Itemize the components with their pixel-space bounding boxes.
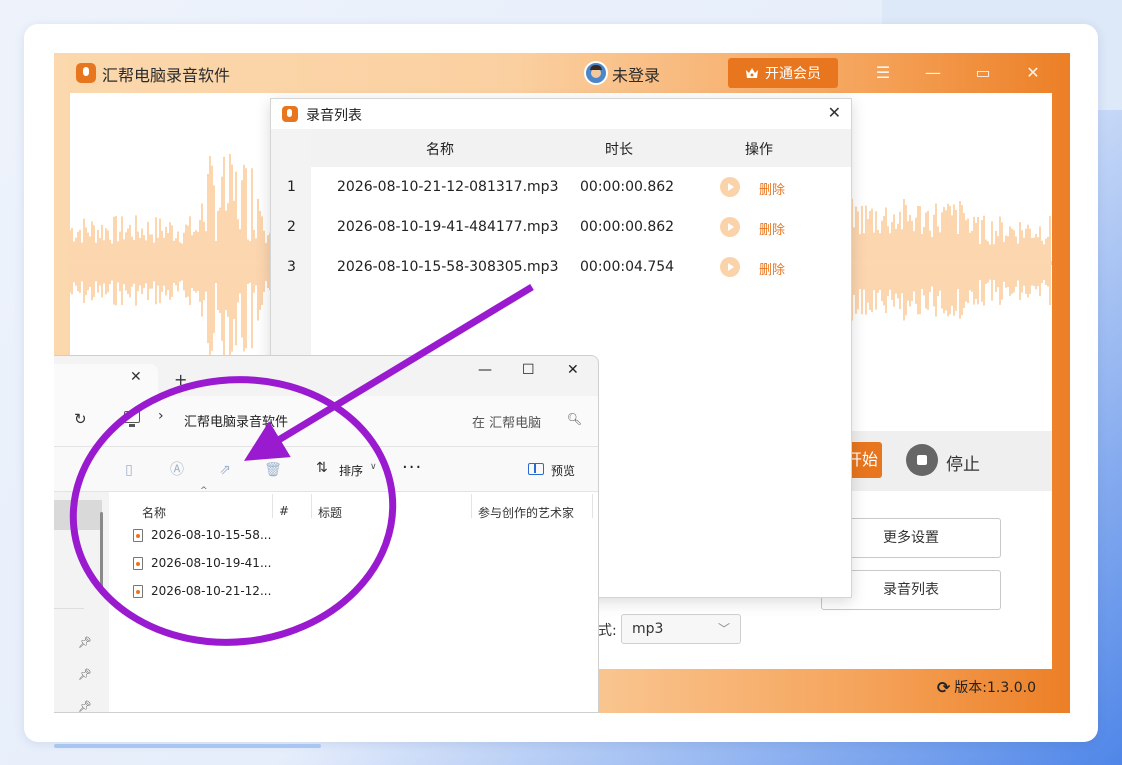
row-index: 1	[287, 179, 296, 195]
dialog-title: 录音列表	[306, 108, 362, 124]
crown-icon	[745, 67, 759, 79]
login-status[interactable]: 未登录	[612, 62, 660, 86]
maximize-icon[interactable]: ☐	[522, 362, 535, 378]
column-action: 操作	[745, 142, 773, 158]
rename-icon[interactable]: Ⓐ	[168, 461, 186, 479]
navigation-pane: 📌︎ 📌︎ 📌︎	[54, 492, 109, 712]
dialog-logo-icon	[282, 106, 298, 122]
more-options-button[interactable]: ···	[402, 457, 422, 478]
new-tab-icon[interactable]: +	[174, 370, 187, 389]
pin-icon[interactable]: 📌︎	[78, 700, 92, 712]
search-input[interactable]: 在 汇帮电脑 🔍︎	[462, 406, 592, 434]
breadcrumb[interactable]: 汇帮电脑录音软件	[184, 411, 288, 430]
vip-button-label: 开通会员	[765, 66, 821, 82]
delete-icon[interactable]: 🗑︎	[264, 461, 282, 479]
sync-icon[interactable]: ⟳	[937, 678, 950, 697]
app-titlebar: 汇帮电脑录音软件 未登录 开通会员 ☰ — ▭ ✕	[54, 53, 1070, 93]
share-icon[interactable]: ⇗	[216, 461, 234, 479]
nav-selected-item[interactable]	[54, 500, 102, 530]
play-icon[interactable]	[720, 217, 740, 237]
audio-file-icon	[133, 529, 143, 542]
bottom-accent-line	[54, 744, 321, 748]
file-name: 2026-08-10-15-58-308305.mp3	[337, 259, 559, 275]
paste-icon[interactable]: ▯	[120, 461, 138, 479]
file-name: 2026-08-10-21-12...	[151, 584, 272, 598]
explorer-tab[interactable]: ✕	[54, 364, 158, 396]
close-icon[interactable]: ✕	[567, 362, 579, 378]
close-icon[interactable]: ✕	[1019, 61, 1047, 85]
format-select[interactable]: mp3 ﹀	[621, 614, 741, 644]
table-row[interactable]: 3 2026-08-10-15-58-308305.mp3 00:00:04.7…	[271, 248, 851, 288]
column-number[interactable]: #	[279, 504, 289, 518]
pin-icon[interactable]: 📌︎	[78, 668, 92, 681]
column-artist[interactable]: 参与创作的艺术家	[478, 504, 574, 521]
format-value: mp3	[632, 621, 664, 637]
column-name[interactable]: 名称	[142, 504, 166, 521]
stop-label[interactable]: 停止	[946, 450, 980, 475]
delete-link[interactable]: 删除	[759, 179, 785, 198]
divider	[592, 494, 593, 518]
maximize-icon[interactable]: ▭	[969, 61, 997, 85]
sort-button[interactable]: 排序	[339, 462, 363, 479]
computer-icon[interactable]	[124, 411, 140, 427]
divider	[311, 494, 312, 518]
minimize-icon[interactable]: —	[478, 362, 492, 378]
delete-link[interactable]: 删除	[759, 219, 785, 238]
file-name: 2026-08-10-19-41...	[151, 556, 272, 570]
app-logo-icon	[76, 63, 96, 83]
search-placeholder: 在 汇帮电脑	[472, 416, 542, 431]
column-name: 名称	[426, 142, 454, 158]
play-icon[interactable]	[720, 177, 740, 197]
file-name: 2026-08-10-21-12-081317.mp3	[337, 179, 559, 195]
play-icon[interactable]	[720, 257, 740, 277]
user-avatar[interactable]	[584, 61, 608, 85]
search-icon: 🔍︎	[566, 412, 582, 426]
row-index: 2	[287, 219, 296, 235]
table-header: 名称 时长 操作	[311, 129, 851, 167]
vip-button[interactable]: 开通会员	[728, 58, 838, 88]
divider	[471, 494, 472, 518]
tab-close-icon[interactable]: ✕	[130, 369, 142, 385]
file-name: 2026-08-10-15-58...	[151, 528, 272, 542]
chevron-right-icon: ›	[158, 408, 164, 424]
dialog-header: 录音列表 ✕	[271, 99, 851, 129]
delete-link[interactable]: 删除	[759, 259, 785, 278]
preview-pane-icon[interactable]	[528, 463, 544, 475]
audio-file-icon	[133, 557, 143, 570]
row-index: 3	[287, 259, 296, 275]
refresh-icon[interactable]: ↻	[74, 410, 87, 428]
duration: 00:00:00.862	[580, 179, 675, 195]
audio-file-icon	[133, 585, 143, 598]
pin-icon[interactable]: 📌︎	[78, 636, 92, 649]
divider	[54, 608, 84, 609]
table-row[interactable]: 1 2026-08-10-21-12-081317.mp3 00:00:00.8…	[271, 168, 851, 208]
version-info: ⟳ 版本:1.3.0.0	[937, 677, 1036, 697]
chevron-down-icon: ∨	[370, 462, 377, 472]
minimize-icon[interactable]: —	[919, 61, 947, 85]
table-row[interactable]: 2 2026-08-10-19-41-484177.mp3 00:00:00.8…	[271, 208, 851, 248]
chevron-down-icon: ﹀	[717, 622, 730, 636]
column-title[interactable]: 标题	[318, 504, 342, 521]
divider	[272, 494, 273, 518]
preview-button[interactable]: 预览	[551, 462, 575, 479]
app-title: 汇帮电脑录音软件	[102, 66, 231, 85]
address-bar: ↻ › 汇帮电脑录音软件 在 汇帮电脑 🔍︎	[54, 396, 598, 446]
file-explorer-window: ✕ + — ☐ ✕ ↻ › 汇帮电脑录音软件 在 汇帮电脑 🔍︎ ▯ Ⓐ ⇗ 🗑…	[54, 355, 599, 713]
duration: 00:00:00.862	[580, 219, 675, 235]
menu-icon[interactable]: ☰	[869, 61, 897, 85]
scrollbar[interactable]	[100, 512, 103, 592]
file-name: 2026-08-10-19-41-484177.mp3	[337, 219, 559, 235]
explorer-toolbar: ▯ Ⓐ ⇗ 🗑︎ ⇅ 排序 ∨ ··· 预览	[54, 446, 598, 492]
duration: 00:00:04.754	[580, 259, 675, 275]
column-duration: 时长	[605, 142, 633, 158]
close-icon[interactable]: ✕	[828, 103, 841, 122]
file-list: ^ 名称 # 标题 参与创作的艺术家 2026-08-10-15-58... 2…	[109, 486, 598, 712]
stop-icon[interactable]	[906, 444, 938, 476]
version-label: 版本:1.3.0.0	[954, 680, 1036, 696]
sort-icon[interactable]: ⇅	[316, 460, 328, 476]
sort-ascending-icon: ^	[200, 486, 208, 496]
